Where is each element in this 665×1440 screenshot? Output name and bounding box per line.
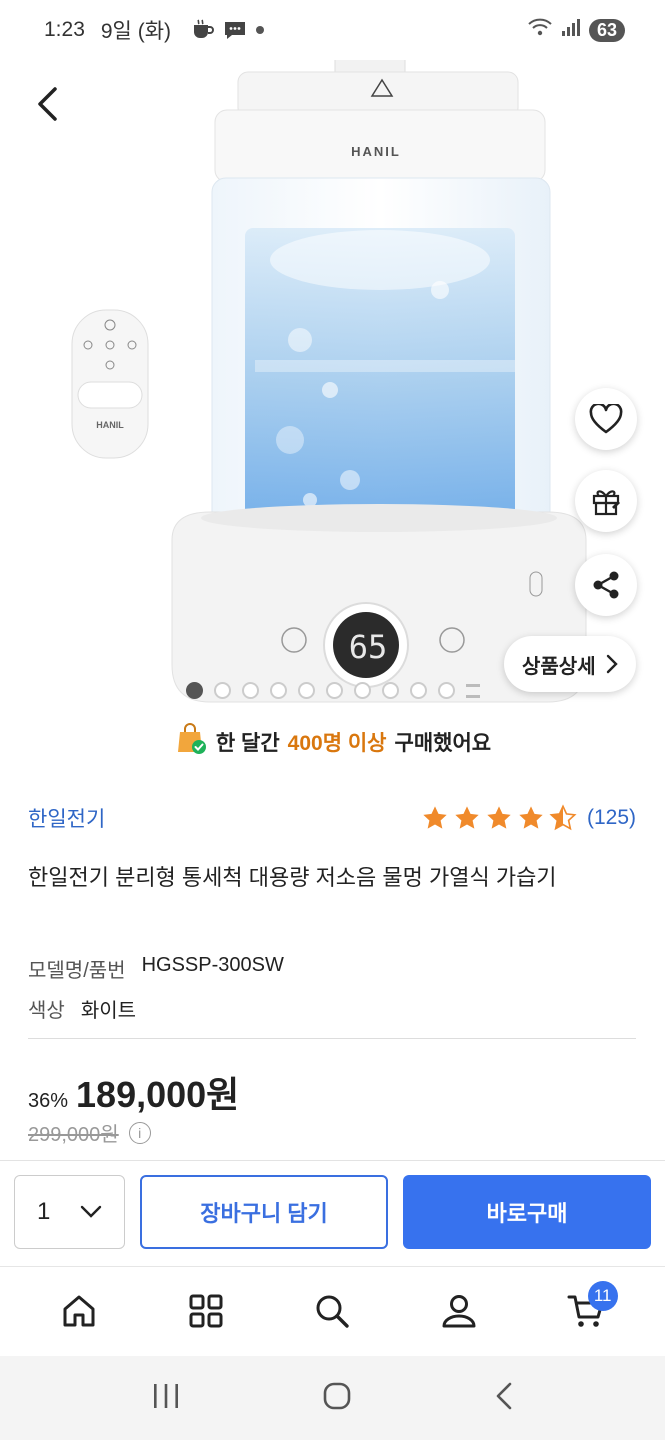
nav-category[interactable] <box>176 1281 236 1341</box>
star-icon <box>423 806 447 829</box>
model-label: 모델명/품번 <box>28 960 126 982</box>
carousel-dot[interactable] <box>186 682 203 699</box>
product-image: HANIL 65 HANIL <box>71 60 587 703</box>
cart-count-badge: 11 <box>587 1280 618 1311</box>
chevron-right-icon <box>606 654 618 674</box>
coffee-icon <box>191 19 215 41</box>
gift-icon <box>592 490 620 516</box>
notification-dot-icon <box>255 25 265 35</box>
status-time: 1:23 <box>44 18 85 41</box>
recent-apps-icon <box>153 1383 178 1408</box>
nav-my-page[interactable] <box>429 1281 489 1341</box>
price-row: 36% 189,000원 <box>28 1066 239 1118</box>
review-count[interactable]: (125) <box>587 806 636 830</box>
back-system-button[interactable] <box>494 1381 514 1416</box>
star-icon <box>455 806 479 829</box>
wifi-icon <box>527 16 553 44</box>
grid-icon <box>189 1294 223 1327</box>
quantity-select[interactable]: 1 <box>14 1175 125 1249</box>
original-price: 299,000원 <box>28 1124 119 1146</box>
sale-price: 189,000원 <box>76 1074 240 1115</box>
model-row: 모델명/품번 HGSSP-300SW <box>28 954 284 983</box>
purchase-action-bar: 1 장바구니 담기 바로구매 <box>0 1160 665 1264</box>
chat-icon <box>223 19 247 41</box>
add-to-cart-button[interactable]: 장바구니 담기 <box>140 1175 388 1249</box>
carousel-dot[interactable] <box>410 682 427 699</box>
status-bar: 1:23 9일 (화) 63 <box>0 0 665 60</box>
nav-search[interactable] <box>302 1281 362 1341</box>
product-detail-label: 상품상세 <box>522 655 596 678</box>
divider <box>28 1038 636 1039</box>
gift-button[interactable] <box>575 470 637 532</box>
brand-link[interactable]: 한일전기 <box>28 803 105 833</box>
carousel-dot[interactable] <box>270 682 287 699</box>
original-price-row: 299,000원 i <box>28 1118 151 1147</box>
color-value: 화이트 <box>80 1000 137 1022</box>
carousel-dot[interactable] <box>214 682 231 699</box>
discount-rate: 36% <box>28 1090 69 1112</box>
display-reading: 65 <box>349 628 388 666</box>
carousel-dot[interactable] <box>326 682 343 699</box>
carousel-dot[interactable] <box>298 682 315 699</box>
product-detail-button[interactable]: 상품상세 <box>504 636 636 692</box>
nav-cart[interactable]: 11 <box>556 1280 618 1341</box>
star-icon <box>487 806 511 829</box>
color-label: 색상 <box>28 1000 65 1022</box>
quantity-value: 1 <box>37 1198 51 1225</box>
model-value: HGSSP-300SW <box>141 954 284 976</box>
bottom-navigation: 11 <box>0 1266 665 1354</box>
notice-highlight: 400명 이상 <box>287 732 387 755</box>
nav-home[interactable] <box>49 1281 109 1341</box>
status-date: 9일 (화) <box>100 20 172 43</box>
purchase-notice: 한 달간 400명 이상 구매했어요 <box>0 720 665 764</box>
carousel-dot[interactable] <box>242 682 259 699</box>
signal-icon <box>561 17 581 43</box>
user-icon <box>442 1294 476 1327</box>
brand-rating-row: 한일전기 (125) <box>28 800 636 836</box>
product-title: 한일전기 분리형 통세척 대용량 저소음 물멍 가열식 가습기 <box>28 865 557 890</box>
search-icon <box>316 1295 350 1328</box>
carousel-more-icon <box>466 683 480 698</box>
share-icon <box>593 571 619 599</box>
info-icon[interactable]: i <box>128 1121 151 1144</box>
chevron-down-icon <box>80 1205 102 1218</box>
carousel-dot[interactable] <box>438 682 455 699</box>
color-row: 색상 화이트 <box>28 994 136 1023</box>
wishlist-button[interactable] <box>575 388 637 450</box>
chevron-left-icon <box>38 87 57 121</box>
rating[interactable]: (125) <box>421 804 636 832</box>
buy-now-button[interactable]: 바로구매 <box>403 1175 651 1249</box>
notice-suffix: 구매했어요 <box>394 732 492 755</box>
shopping-bag-icon <box>174 722 208 762</box>
carousel-pagination <box>186 682 480 699</box>
battery-indicator: 63 <box>588 18 625 42</box>
product-image-carousel[interactable]: HANIL 65 HANIL 상품상세 <box>0 60 665 720</box>
share-button[interactable] <box>575 554 637 616</box>
recent-apps-button[interactable] <box>151 1382 181 1415</box>
home-system-button[interactable] <box>322 1381 352 1416</box>
back-button[interactable] <box>26 82 70 126</box>
carousel-dot[interactable] <box>382 682 399 699</box>
remote-logo-text: HANIL <box>96 420 124 430</box>
notice-prefix: 한 달간 <box>215 732 280 755</box>
hanil-logo-text: HANIL <box>351 144 401 159</box>
system-navigation-bar <box>0 1356 665 1440</box>
star-half-icon <box>549 804 577 831</box>
star-icon <box>519 806 543 829</box>
home-icon <box>63 1295 95 1326</box>
heart-icon <box>589 404 623 434</box>
carousel-dot[interactable] <box>354 682 371 699</box>
back-arrow-icon <box>496 1382 512 1409</box>
home-circle-icon <box>324 1382 351 1409</box>
